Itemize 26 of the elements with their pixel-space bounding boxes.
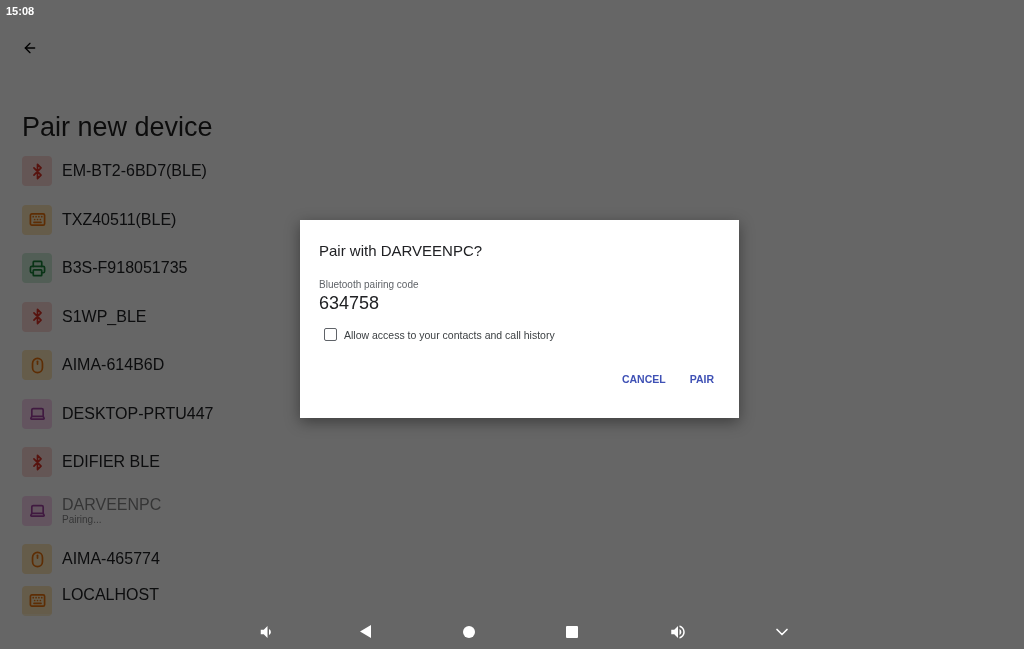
device-name[interactable]: LOCALHOST xyxy=(62,585,159,604)
page-title: Pair new device xyxy=(22,112,214,143)
back-icon xyxy=(360,625,372,638)
status-time: 15:08 xyxy=(6,5,35,17)
device-name[interactable]: EM-BT2-6BD7(BLE) xyxy=(62,162,207,181)
device-name[interactable]: AIMA-465774 xyxy=(62,550,160,569)
device-name[interactable]: S1WP_BLE xyxy=(62,307,147,326)
keyboard-icon xyxy=(28,211,46,229)
laptop-icon xyxy=(28,405,46,423)
checkbox[interactable] xyxy=(324,328,337,341)
printer-icon xyxy=(28,259,46,277)
laptop-icon xyxy=(28,502,46,520)
device-name[interactable]: DESKTOP-PRTU447 xyxy=(62,404,214,423)
device-name[interactable]: B3S-F918051735 xyxy=(62,259,188,278)
pairing-code: 634758 xyxy=(319,293,381,314)
device-name[interactable]: AIMA-614B6D xyxy=(62,356,165,375)
device-name[interactable]: TXZ40511(BLE) xyxy=(62,210,177,229)
recents-icon xyxy=(566,625,578,638)
code-label: Bluetooth pairing code xyxy=(319,279,420,290)
checkbox-label: Allow access to your contacts and call history xyxy=(344,328,555,341)
keyboard-icon xyxy=(28,592,46,609)
dialog-title: Pair with DARVEENPC? xyxy=(319,242,484,259)
dialog-button[interactable]: PAIR xyxy=(683,367,720,391)
device-name[interactable]: EDIFIER BLE xyxy=(62,453,160,472)
home-icon xyxy=(463,625,475,638)
dialog-button[interactable]: CANCEL xyxy=(615,367,672,391)
